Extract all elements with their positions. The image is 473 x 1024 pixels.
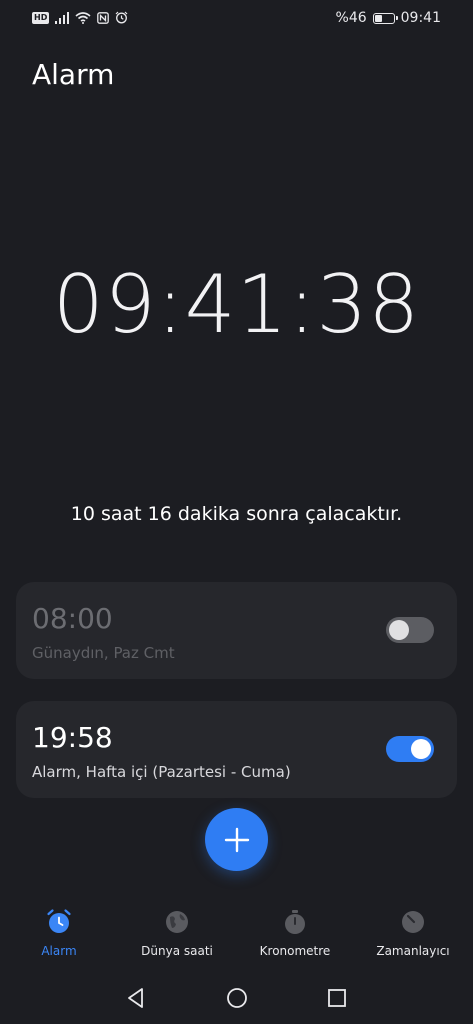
nfc-icon (97, 11, 110, 24)
globe-icon (166, 911, 188, 933)
alarm-label: Günaydın, Paz Cmt (32, 644, 175, 662)
nav-label: Kronometre (259, 944, 331, 958)
alarm-card[interactable]: 19:58 Alarm, Hafta içi (Pazartesi - Cuma… (16, 701, 457, 798)
nav-label: Alarm (41, 944, 77, 958)
nav-label: Dünya saati (141, 944, 213, 958)
toggle-knob (389, 620, 409, 640)
current-time-display: 09:41:38 (52, 258, 421, 351)
add-alarm-button[interactable] (205, 808, 268, 871)
nav-tab-stopwatch[interactable]: Kronometre (236, 908, 354, 958)
status-bar: HD %46 09:41 (0, 0, 473, 40)
alarm-time: 08:00 (32, 602, 113, 635)
page-title: Alarm (32, 58, 115, 91)
back-icon[interactable] (124, 986, 148, 1010)
battery-fill (374, 14, 382, 22)
alarm-status-icon (115, 11, 128, 24)
timer-icon (402, 911, 424, 933)
nav-label: Zamanlayıcı (376, 944, 450, 958)
battery-percent: %46 (335, 10, 367, 26)
alarm-card[interactable]: 08:00 Günaydın, Paz Cmt (16, 582, 457, 679)
wifi-icon (75, 11, 91, 24)
alarm-label: Alarm, Hafta içi (Pazartesi - Cuma) (32, 763, 291, 781)
bottom-navigation: Alarm Dünya saati Kronometre Zamanlayıcı (0, 900, 473, 970)
alarm-clock-icon (47, 909, 71, 933)
nav-tab-alarm[interactable]: Alarm (0, 908, 118, 958)
alarm-time: 19:58 (32, 721, 113, 754)
status-icons-right: %46 09:41 (336, 10, 441, 26)
home-icon[interactable] (225, 986, 249, 1010)
battery-icon (372, 12, 398, 24)
plus-icon (224, 827, 249, 852)
toggle-knob (411, 739, 431, 759)
system-navigation-bar (0, 980, 473, 1016)
alarm-toggle[interactable] (386, 617, 434, 643)
hd-badge: HD (32, 11, 50, 24)
recents-icon[interactable] (325, 986, 349, 1010)
next-alarm-countdown: 10 saat 16 dakika sonra çalacaktır. (70, 503, 403, 525)
alarm-toggle[interactable] (386, 736, 434, 762)
status-time: 09:41 (400, 10, 441, 26)
nav-tab-world-clock[interactable]: Dünya saati (118, 908, 236, 958)
nav-tab-timer[interactable]: Zamanlayıcı (354, 908, 472, 958)
status-icons-left: HD (32, 11, 128, 24)
signal-icon (55, 11, 70, 24)
stopwatch-icon (285, 910, 305, 934)
